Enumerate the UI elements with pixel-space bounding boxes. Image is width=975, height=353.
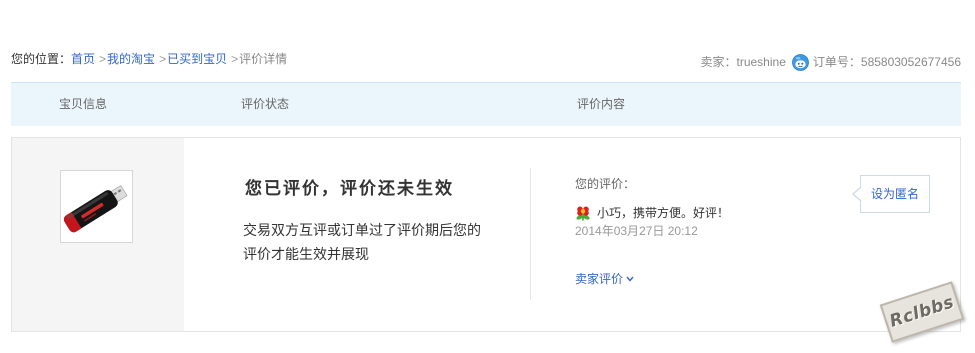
breadcrumb-my-taobao-link[interactable]: 我的淘宝 [107,52,155,66]
review-item-row: 您已评价，评价还未生效 交易双方互评或订单过了评价期后您的 评价才能生效并展现 … [11,137,961,332]
breadcrumb-separator: > [159,52,167,66]
my-review-text: 小巧，携带方便。好评！ [597,206,730,220]
chevron-down-icon [626,276,634,282]
column-header-review-content: 评价内容 [577,97,626,111]
review-status-description: 交易双方互评或订单过了评价期后您的 评价才能生效并展现 [243,218,481,266]
column-header-review-status: 评价状态 [241,97,290,111]
order-number-label: 订单号： [812,55,861,69]
good-rating-flower-icon [575,205,591,221]
review-status-description-line: 评价才能生效并展现 [243,246,369,262]
breadcrumb-current: 评价详情 [239,52,288,66]
breadcrumb-home-link[interactable]: 首页 [71,52,95,66]
column-header-item-info: 宝贝信息 [59,97,108,111]
breadcrumb-purchased-link[interactable]: 已买到宝贝 [167,52,227,66]
my-review-time: 2014年03月27日 20:12 [575,224,698,238]
seller-label: 卖家： [700,55,737,69]
wangwang-icon[interactable] [791,54,809,71]
breadcrumb: 您的位置：首页 >我的淘宝 >已买到宝贝 >评价详情 [11,51,287,67]
table-header: 宝贝信息 评价状态 评价内容 [11,82,961,126]
seller-review-label: 卖家评价 [575,272,624,286]
breadcrumb-prefix: 您的位置： [11,52,72,66]
breadcrumb-separator: > [99,52,107,66]
order-number: 585803052677456 [860,55,961,69]
seller-name: trueshine [736,55,786,69]
item-info-panel [12,138,184,331]
review-status-title: 您已评价，评价还未生效 [245,179,454,199]
breadcrumb-separator: > [231,52,239,66]
set-anonymous-button[interactable]: 设为匿名 [852,175,930,213]
product-thumbnail[interactable] [60,170,133,243]
seller-review-toggle[interactable]: 卖家评价 [575,270,634,288]
review-detail-page: 您的位置：首页 >我的淘宝 >已买到宝贝 >评价详情 卖家： trueshine 订单… [0,0,975,353]
my-review: 小巧，携带方便。好评！ [575,204,729,222]
column-divider [530,168,531,300]
usb-flash-drive-image [63,185,128,233]
my-review-label: 您的评价： [575,177,636,191]
order-info: 卖家： trueshine 订单号： 585803052677456 [700,54,961,71]
review-status-description-line: 交易双方互评或订单过了评价期后您的 [243,222,481,238]
